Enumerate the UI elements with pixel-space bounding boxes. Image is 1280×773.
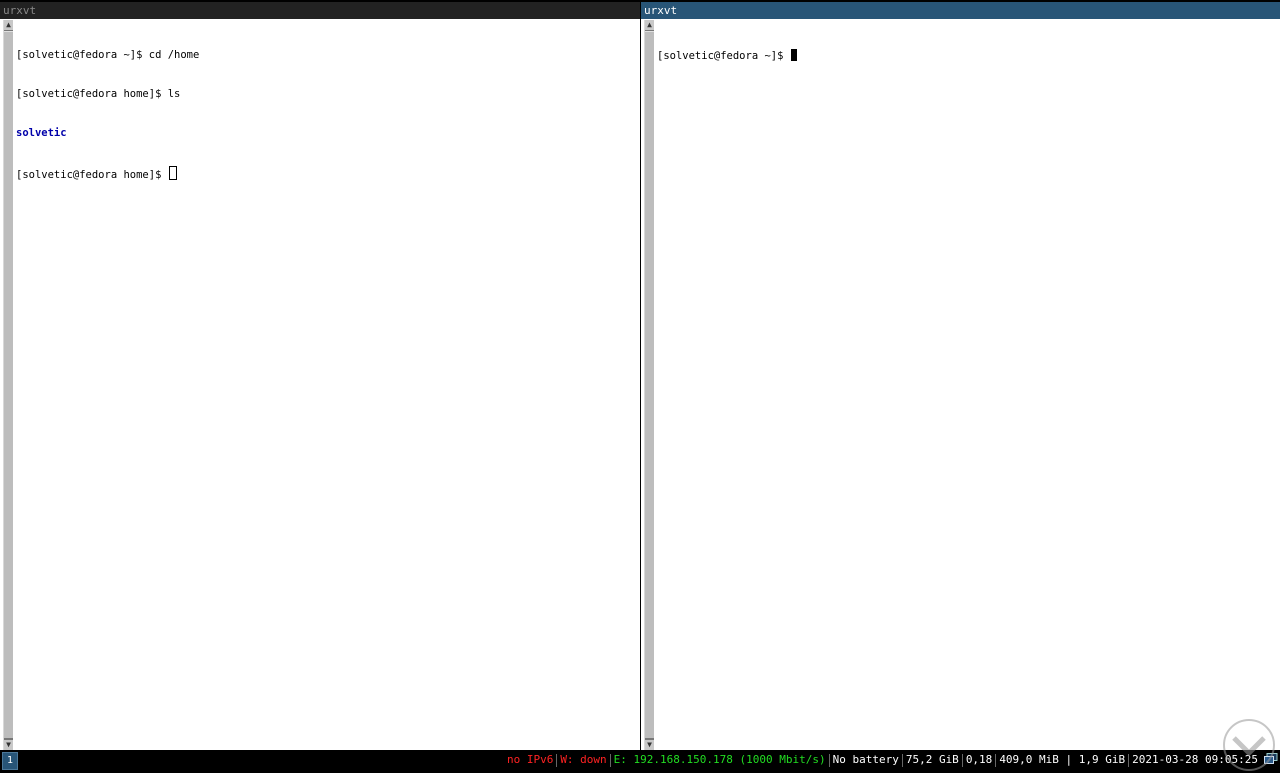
terminal-prompt: [solvetic@fedora home]$ <box>16 169 168 181</box>
ethernet-status: E: 192.168.150.178 (1000 Mbit/s) <box>613 753 826 766</box>
directory-entry: solvetic <box>16 127 67 139</box>
arrow-up-icon[interactable]: ▲ <box>645 20 654 31</box>
terminal-area-right[interactable]: ▲ ▼ [solvetic@fedora ~]$ <box>641 20 1280 750</box>
terminal-window-right[interactable]: urxvt ▲ ▼ [solvetic@fedora ~]$ <box>641 2 1280 750</box>
text-cursor <box>168 166 177 180</box>
memory-status: 409,0 MiB | 1,9 GiB <box>999 753 1126 766</box>
terminal-output-right[interactable]: [solvetic@fedora ~]$ <box>657 23 1280 88</box>
text-cursor <box>790 49 797 61</box>
arrow-up-icon[interactable]: ▲ <box>4 20 13 31</box>
wireless-status: W: down <box>560 753 607 766</box>
workspace-button[interactable]: 1 <box>2 752 18 770</box>
disk-status: 75,2 GiB <box>905 753 959 766</box>
ipv6-status: no IPv6 <box>506 753 554 766</box>
load-status: 0,18 <box>965 753 993 766</box>
status-separator <box>556 753 558 767</box>
site-logo-icon <box>1223 719 1275 771</box>
terminal-prompt: [solvetic@fedora ~]$ <box>657 50 790 62</box>
terminal-line: [solvetic@fedora ~]$ cd /home <box>16 49 200 61</box>
battery-status: No battery <box>832 753 899 766</box>
status-items: no IPv6 W: down E: 192.168.150.178 (1000… <box>507 750 1258 770</box>
status-separator <box>609 753 611 767</box>
terminal-line: [solvetic@fedora home]$ ls <box>16 88 181 100</box>
status-separator <box>1128 753 1130 767</box>
status-separator <box>995 753 997 767</box>
terminal-output-left[interactable]: [solvetic@fedora ~]$ cd /home [solvetic@… <box>16 23 640 205</box>
status-separator <box>901 753 903 767</box>
scrollbar-thumb-left[interactable] <box>4 31 13 739</box>
status-separator <box>961 753 963 767</box>
arrow-down-icon[interactable]: ▼ <box>4 739 13 750</box>
scrollbar-thumb-right[interactable] <box>645 31 654 739</box>
window-title-right[interactable]: urxvt <box>641 2 1280 19</box>
arrow-down-icon[interactable]: ▼ <box>645 739 654 750</box>
scrollbar-right[interactable]: ▲ ▼ <box>644 20 654 750</box>
scrollbar-left[interactable]: ▲ ▼ <box>3 20 13 750</box>
terminal-area-left[interactable]: ▲ ▼ [solvetic@fedora ~]$ cd /home [solve… <box>0 20 640 750</box>
status-separator <box>828 753 830 767</box>
terminal-window-left[interactable]: urxvt ▲ ▼ [solvetic@fedora ~]$ cd /home … <box>0 2 640 750</box>
status-bar: 1 no IPv6 W: down E: 192.168.150.178 (10… <box>0 750 1280 773</box>
window-title-left[interactable]: urxvt <box>0 2 640 19</box>
